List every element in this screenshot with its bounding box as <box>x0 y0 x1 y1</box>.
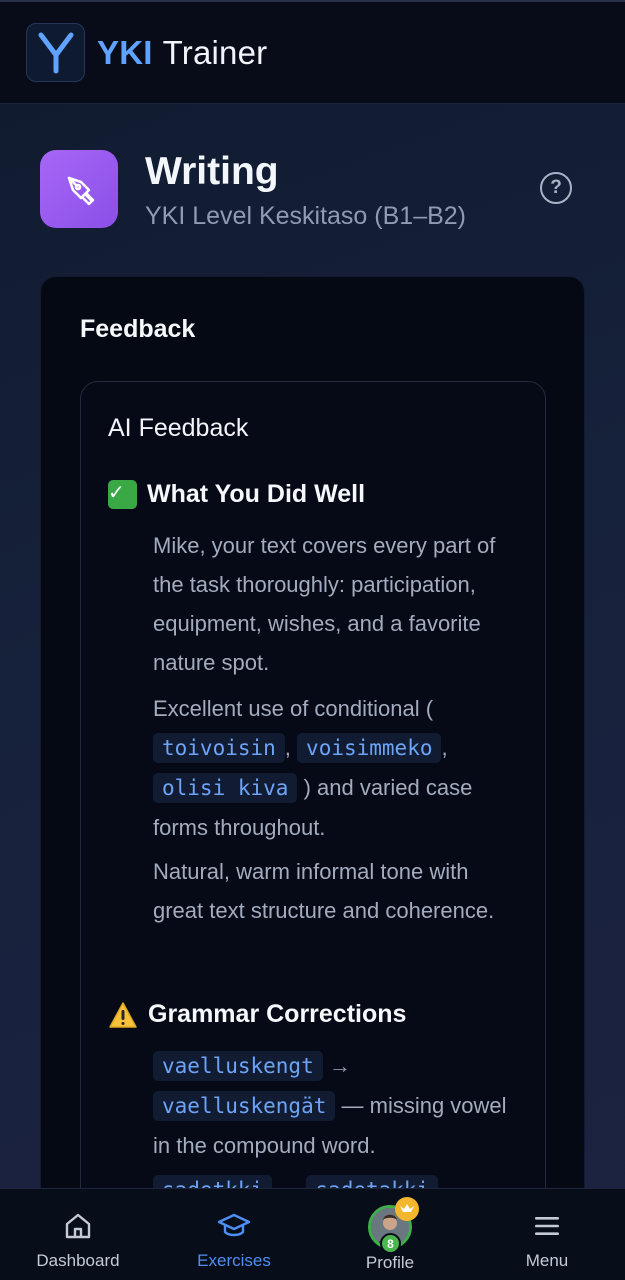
nav-dashboard[interactable]: Dashboard <box>30 1189 126 1280</box>
help-button[interactable]: ? <box>540 172 572 204</box>
bottom-navigation: Dashboard Exercises 8 Profile Menu <box>0 1188 625 1280</box>
graduation-cap-icon <box>217 1213 251 1237</box>
nav-menu[interactable]: Menu <box>499 1189 595 1280</box>
hamburger-icon <box>535 1217 559 1235</box>
logo-y-icon <box>38 32 73 73</box>
code-right-vaelluskengat: vaelluskengät <box>153 1091 336 1121</box>
nav-profile[interactable]: 8 Profile <box>342 1189 438 1280</box>
ai-feedback-title: AI Feedback <box>108 414 249 442</box>
grammar-corrections-label: Grammar Corrections <box>148 1000 407 1028</box>
nav-dashboard-label: Dashboard <box>36 1251 120 1270</box>
well-paragraph-3: Natural, warm informal tone with great t… <box>153 859 495 923</box>
grammar-corrections-heading: Grammar Corrections <box>108 1000 406 1029</box>
code-voisimmeko: voisimmeko <box>297 733 442 763</box>
app-brand[interactable]: YKI Trainer <box>97 34 267 72</box>
well-p2-text-pre: Excellent use of conditional ( <box>153 696 434 721</box>
code-olisi-kiva: olisi kiva <box>153 773 298 803</box>
level-badge: 8 <box>380 1233 401 1254</box>
brand-yki: YKI <box>97 33 153 71</box>
top-bar: YKI Trainer <box>0 0 625 104</box>
what-you-did-well-heading: ✓ What You Did Well <box>108 480 365 509</box>
nav-exercises[interactable]: Exercises <box>186 1189 282 1280</box>
home-icon <box>65 1213 91 1239</box>
page-subtitle: YKI Level Keskitaso (B1–B2) <box>145 202 466 230</box>
warning-icon <box>109 1001 137 1028</box>
what-you-did-well-label: What You Did Well <box>147 480 366 508</box>
arrow-right-icon: → <box>328 1053 351 1078</box>
well-p2-sep-1: , <box>284 735 291 760</box>
crown-icon <box>395 1197 419 1221</box>
question-circle-icon: ? <box>550 177 562 198</box>
well-paragraph-2: Excellent use of conditional ( toivoisin… <box>153 689 523 847</box>
nav-exercises-label: Exercises <box>197 1251 271 1270</box>
brand-trainer: Trainer <box>162 33 268 71</box>
app-logo[interactable] <box>26 23 85 82</box>
page-title: Writing <box>145 150 279 193</box>
profile-avatar-wrap: 8 <box>368 1197 419 1254</box>
correction-1: vaelluskengt → vaelluskengät — missing v… <box>153 1046 523 1165</box>
well-paragraph-1: Mike, your text covers every part of the… <box>153 533 496 675</box>
feedback-card-title: Feedback <box>80 315 196 343</box>
well-p2-sep-2: , <box>441 735 448 760</box>
page-header: Writing YKI Level Keskitaso (B1–B2) ? <box>40 150 585 230</box>
code-toivoisin: toivoisin <box>153 733 285 763</box>
code-wrong-vaelluskengt: vaelluskengt <box>153 1051 323 1081</box>
pen-icon <box>67 176 95 206</box>
writing-section-icon <box>40 150 118 228</box>
nav-profile-label: Profile <box>365 1253 415 1272</box>
check-mark-icon: ✓ <box>108 480 137 509</box>
ai-feedback-panel: AI Feedback ✓ What You Did Well Mike, yo… <box>80 381 546 1280</box>
feedback-card: Feedback AI Feedback ✓ What You Did Well… <box>40 276 585 1280</box>
nav-menu-label: Menu <box>525 1251 569 1270</box>
